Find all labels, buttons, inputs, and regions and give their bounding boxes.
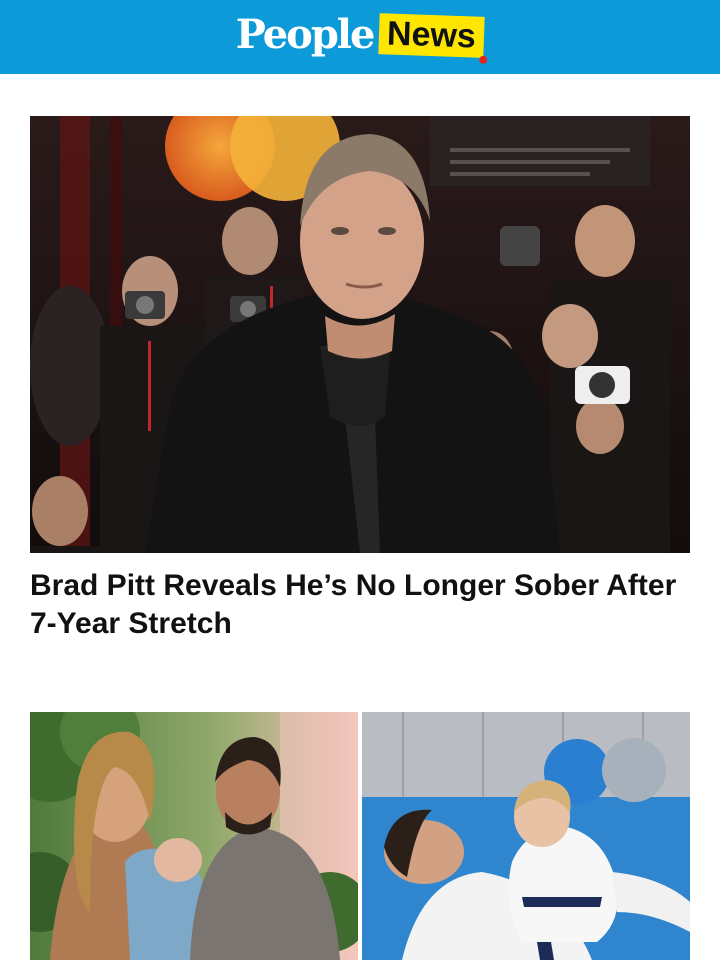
- logo-news-badge: News: [378, 12, 485, 58]
- jiu-jitsu-photo-tile[interactable]: [362, 712, 690, 960]
- article-headline[interactable]: Brad Pitt Reveals He’s No Longer Sober A…: [30, 567, 690, 643]
- hero-image[interactable]: [30, 116, 690, 553]
- people-news-logo[interactable]: People News: [235, 11, 485, 58]
- site-header: People News: [0, 0, 720, 74]
- logo-people-text: People: [235, 11, 376, 58]
- family-photo-tile[interactable]: [30, 712, 358, 960]
